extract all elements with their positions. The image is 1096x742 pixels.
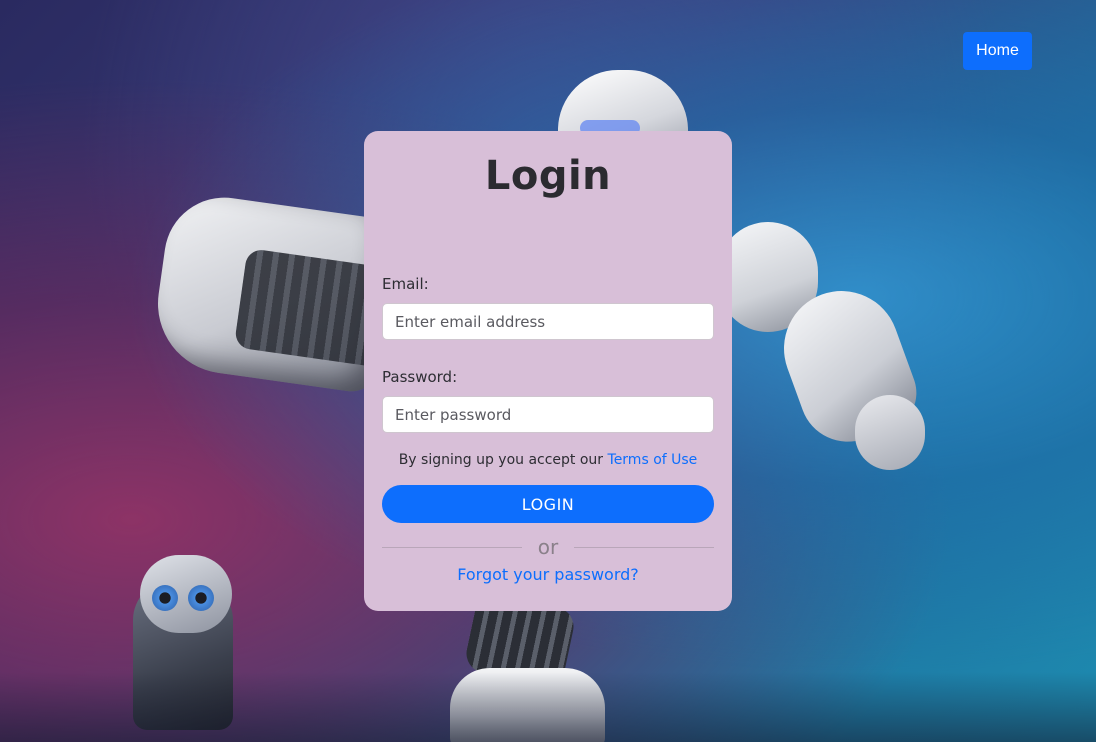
floor-shadow [0, 672, 1096, 742]
divider-line-right [574, 546, 714, 548]
password-label: Password: [382, 368, 458, 386]
email-input[interactable] [382, 303, 714, 340]
or-divider: or [382, 535, 714, 559]
divider-line-left [382, 546, 522, 548]
terms-notice: By signing up you accept our Terms of Us… [382, 452, 714, 468]
small-robot-eye-right [188, 585, 214, 611]
robot-hand-right [855, 395, 925, 470]
small-robot-eye-left [152, 585, 178, 611]
divider-text: or [537, 535, 559, 559]
terms-of-use-link[interactable]: Terms of Use [608, 452, 698, 468]
email-label: Email: [382, 275, 429, 293]
login-title: Login [484, 153, 612, 199]
login-button[interactable]: LOGIN [382, 485, 714, 523]
terms-text: By signing up you accept our [398, 452, 604, 468]
login-card: Login Email: Password: By signing up you… [364, 131, 732, 611]
password-input[interactable] [382, 396, 714, 433]
forgot-password-link[interactable]: Forgot your password? [382, 565, 714, 584]
home-button[interactable]: Home [963, 32, 1032, 70]
